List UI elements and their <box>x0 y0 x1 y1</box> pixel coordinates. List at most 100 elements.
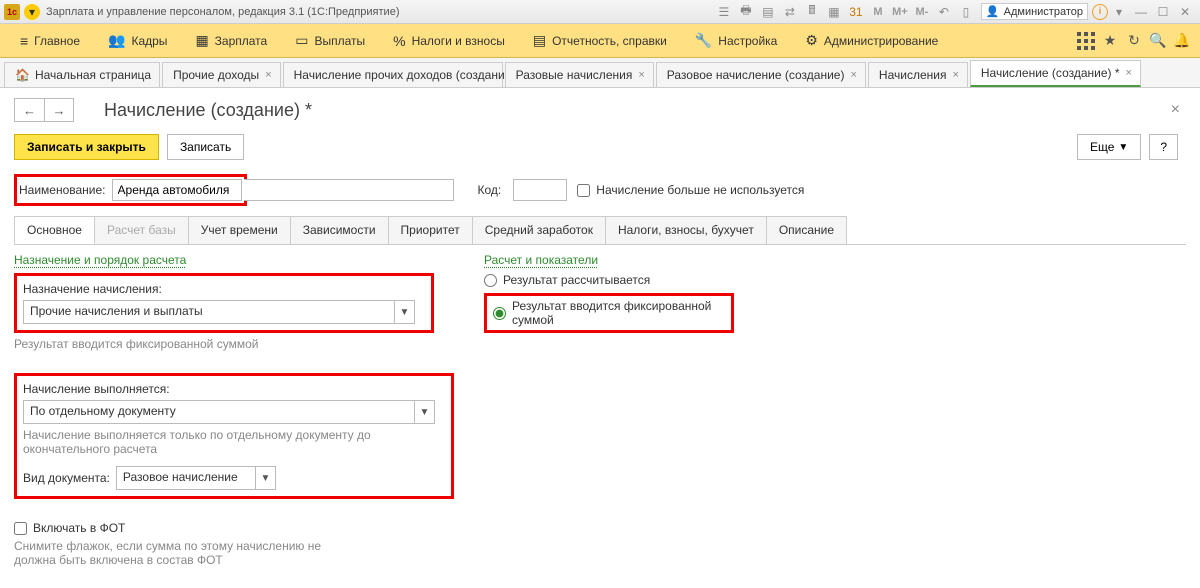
save-icon[interactable]: ▤ <box>759 3 777 21</box>
page-title: Начисление (создание) * <box>104 100 1165 121</box>
highlight-assignment: Назначение начисления: Прочие начисления… <box>14 273 434 333</box>
inner-tabstrip: Основное Расчет базы Учет времени Зависи… <box>14 216 1186 245</box>
doctype-value: Разовое начисление <box>117 467 255 489</box>
star-icon[interactable]: ★ <box>1098 32 1122 49</box>
action-toolbar: Записать и закрыть Записать Еще▼ ? <box>14 134 1186 160</box>
close-icon[interactable]: × <box>850 69 856 81</box>
menu-admin[interactable]: ⚙Администрирование <box>791 24 952 57</box>
save-and-close-button[interactable]: Записать и закрыть <box>14 134 159 160</box>
print-icon[interactable]: 🖶 <box>737 3 755 21</box>
document-tabstrip: 🏠Начальная страница Прочие доходы× Начис… <box>0 58 1200 88</box>
exec-value: По отдельному документу <box>24 401 414 423</box>
exec-select[interactable]: По отдельному документу ▼ <box>23 400 435 424</box>
inner-tab-main[interactable]: Основное <box>14 216 95 244</box>
app-menu-dropdown[interactable]: ▾ <box>24 4 40 20</box>
fot-label: Включать в ФОТ <box>33 521 125 535</box>
chevron-down-icon[interactable]: ▼ <box>255 467 275 489</box>
save-button[interactable]: Записать <box>167 134 244 160</box>
highlight-fixed: Результат вводится фиксированной суммой <box>484 293 734 333</box>
inner-tab-time[interactable]: Учет времени <box>188 216 291 244</box>
assign-value: Прочие начисления и выплаты <box>24 301 394 323</box>
chevron-down-icon[interactable]: ▼ <box>414 401 434 423</box>
inner-tab-priority[interactable]: Приоритет <box>388 216 473 244</box>
exec-label: Начисление выполняется: <box>23 382 445 396</box>
calendar-icon[interactable]: ▦ <box>825 3 843 21</box>
table-icon: ▦ <box>195 32 208 49</box>
close-icon[interactable]: × <box>265 69 271 81</box>
tab-other-income-create[interactable]: Начисление прочих доходов (создание) *× <box>283 62 503 87</box>
compare-icon[interactable]: ⇄ <box>781 3 799 21</box>
info-chevron-icon[interactable]: ▾ <box>1110 3 1128 21</box>
radio-fixed[interactable] <box>493 307 506 320</box>
menu-settings[interactable]: 🔧Настройка <box>681 24 792 57</box>
menu-reports[interactable]: ▤Отчетность, справки <box>519 24 681 57</box>
name-label: Наименование: <box>19 183 106 197</box>
bell-icon[interactable]: 🔔 <box>1170 32 1194 49</box>
calculator-icon[interactable]: 🖩 <box>803 3 821 21</box>
menu-main[interactable]: ≡Главное <box>6 24 94 57</box>
name-row: Наименование: Код: Начисление больше не … <box>14 174 1186 206</box>
home-lines-icon: ≡ <box>20 33 28 49</box>
user-name: Администратор <box>1004 6 1083 18</box>
nav-back-button[interactable]: ← <box>14 98 44 122</box>
fot-checkbox[interactable] <box>14 522 27 535</box>
minimize-icon[interactable]: — <box>1132 3 1150 21</box>
inner-tab-desc[interactable]: Описание <box>766 216 847 244</box>
radio-calculated-label: Результат рассчитывается <box>503 273 650 287</box>
name-input[interactable] <box>112 179 242 201</box>
calendar-31-icon[interactable]: 31 <box>847 3 865 21</box>
chevron-down-icon[interactable]: ▼ <box>394 301 414 323</box>
close-icon[interactable]: × <box>952 69 958 81</box>
nav-forward-button[interactable]: → <box>44 98 74 122</box>
highlight-name: Наименование: <box>14 174 247 206</box>
tab-home[interactable]: 🏠Начальная страница <box>4 62 160 87</box>
m-memory-icon[interactable]: M <box>869 3 887 21</box>
close-icon[interactable]: × <box>638 69 644 81</box>
tab-onetime-accrual-create[interactable]: Разовое начисление (создание)× <box>656 62 866 87</box>
tab-onetime-accruals[interactable]: Разовые начисления× <box>505 62 654 87</box>
radio-calculated[interactable] <box>484 274 497 287</box>
clipboard-icon[interactable]: ▯ <box>957 3 975 21</box>
gear-icon: ⚙ <box>805 32 818 49</box>
code-input[interactable] <box>513 179 567 201</box>
search-icon[interactable]: 🔍 <box>1146 32 1170 49</box>
tab-accruals[interactable]: Начисления× <box>868 62 968 87</box>
inner-tab-deps[interactable]: Зависимости <box>290 216 389 244</box>
more-button[interactable]: Еще▼ <box>1077 134 1141 160</box>
percent-icon: % <box>393 33 405 49</box>
history-icon[interactable]: ↻ <box>1122 32 1146 49</box>
not-used-checkbox[interactable] <box>577 184 590 197</box>
wrench-icon: 🔧 <box>695 32 712 49</box>
code-label: Код: <box>478 183 502 197</box>
inner-tab-base[interactable]: Расчет базы <box>94 216 189 244</box>
maximize-icon[interactable]: ☐ <box>1154 3 1172 21</box>
user-chip[interactable]: 👤 Администратор <box>981 3 1088 20</box>
content-header: ← → Начисление (создание) * × <box>14 98 1186 122</box>
close-icon[interactable]: × <box>1126 67 1132 79</box>
radio-calculated-row: Результат рассчитывается <box>484 273 924 287</box>
menu-taxes[interactable]: %Налоги и взносы <box>379 24 519 57</box>
info-icon[interactable]: i <box>1092 4 1108 20</box>
section-assignment: Назначение и порядок расчета <box>14 253 454 267</box>
apps-grid-icon[interactable] <box>1074 31 1098 51</box>
help-button[interactable]: ? <box>1149 134 1178 160</box>
tab-accrual-create[interactable]: Начисление (создание) *× <box>970 60 1141 87</box>
doctype-select[interactable]: Разовое начисление ▼ <box>116 466 276 490</box>
m-plus-icon[interactable]: M+ <box>891 3 909 21</box>
assign-label: Назначение начисления: <box>23 282 425 296</box>
m-minus-icon[interactable]: M- <box>913 3 931 21</box>
close-content-icon[interactable]: × <box>1165 101 1186 119</box>
window-titlebar: 1c ▾ Зарплата и управление персоналом, р… <box>0 0 1200 24</box>
tab-other-income[interactable]: Прочие доходы× <box>162 62 281 87</box>
close-window-icon[interactable]: ✕ <box>1176 3 1194 21</box>
menu-personnel[interactable]: 👥Кадры <box>94 24 181 57</box>
name-input-ext[interactable] <box>244 179 454 201</box>
inner-tab-taxes[interactable]: Налоги, взносы, бухучет <box>605 216 767 244</box>
menu-payouts[interactable]: ▭Выплаты <box>281 24 379 57</box>
print-preview-icon[interactable]: ☰ <box>715 3 733 21</box>
inner-tab-avg[interactable]: Средний заработок <box>472 216 606 244</box>
history-back-icon[interactable]: ↶ <box>935 3 953 21</box>
assign-select[interactable]: Прочие начисления и выплаты ▼ <box>23 300 415 324</box>
menu-salary[interactable]: ▦Зарплата <box>181 24 281 57</box>
chevron-down-icon: ▼ <box>1118 142 1128 153</box>
